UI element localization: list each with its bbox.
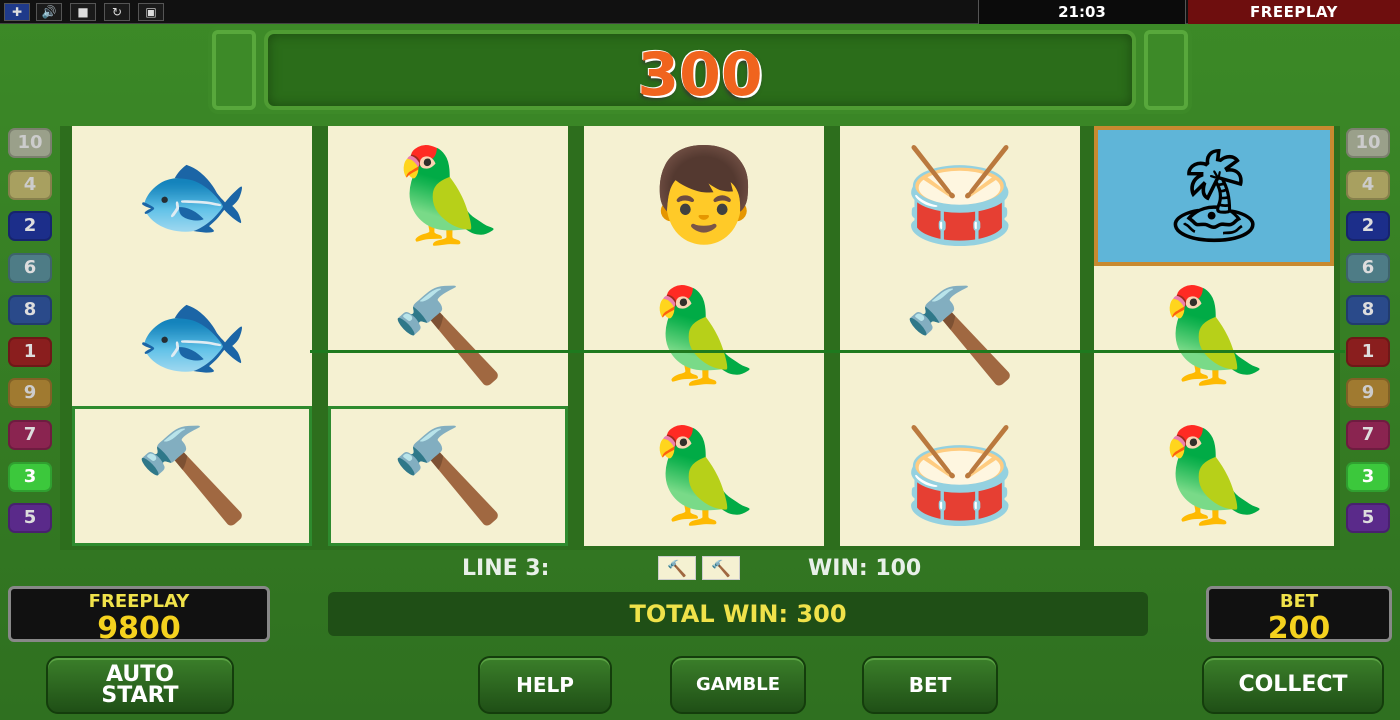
line-button-5[interactable]: 5 (1346, 503, 1390, 534)
hammer-icon: 🔨 (702, 556, 740, 580)
fish-icon: 🐟 (134, 142, 250, 249)
bet-button[interactable]: BET (862, 656, 998, 714)
slot-game-screen: ✚ 🔊 ■ ↻ ▣ 21:03 FREEPLAY 300 10 4 2 6 8 1 9 7 3 5… (0, 0, 1400, 720)
clock: 21:03 (978, 0, 1186, 24)
line-button-4[interactable]: 4 (8, 169, 52, 200)
credit-panel: FREEPLAY 9800 (8, 586, 270, 646)
fish-icon: 🐟 (134, 282, 250, 389)
line-button-3[interactable]: 3 (8, 461, 52, 492)
credit-value: 9800 (97, 611, 181, 646)
line-button-1[interactable]: 1 (1346, 336, 1390, 367)
toucan-icon: 🦜 (390, 142, 506, 249)
bet-panel: BET 200 (1206, 586, 1392, 646)
line-win-label: WIN: 100 (808, 556, 922, 581)
line-button-1[interactable]: 1 (8, 336, 52, 367)
window-icon[interactable]: ▣ (138, 3, 164, 21)
collect-button[interactable]: COLLECT (1202, 656, 1384, 714)
line-button-9[interactable]: 9 (8, 378, 52, 409)
line-button-7[interactable]: 7 (1346, 419, 1390, 450)
bet-label: BET (1279, 591, 1319, 612)
hammer-icon: 🔨 (902, 282, 1018, 389)
line-button-2[interactable]: 2 (8, 211, 52, 242)
hammer-icon: 🔨 (72, 406, 312, 546)
line-label: LINE 3: (462, 556, 550, 581)
line-button-4[interactable]: 4 (1346, 169, 1390, 200)
line-button-9[interactable]: 9 (1346, 378, 1390, 409)
line-button-6[interactable]: 6 (8, 253, 52, 284)
reels-area: 🐟 🐟 🔨 🦜 🔨 🔨 👦 🦜 🦜 🥁 🔨 🥁 🏝 🦜 🦜 (60, 126, 1340, 550)
reel-3: 👦 🦜 🦜 (584, 126, 824, 546)
line-button-10[interactable]: 10 (8, 128, 52, 158)
gamble-button[interactable]: GAMBLE (670, 656, 806, 714)
line-button-2[interactable]: 2 (1346, 211, 1390, 242)
fullscreen-icon[interactable]: ■ (70, 3, 96, 21)
bet-value: 200 (1267, 611, 1331, 646)
hammer-icon: 🔨 (390, 282, 506, 389)
top-status-bar: ✚ 🔊 ■ ↻ ▣ 21:03 FREEPLAY (0, 0, 1400, 24)
hammer-icon: 🔨 (328, 406, 568, 546)
reel-4: 🥁 🔨 🥁 (840, 126, 1080, 546)
reel-2: 🦜 🔨 🔨 (328, 126, 568, 546)
reel-1: 🐟 🐟 🔨 (72, 126, 312, 546)
drum-icon: 🥁 (902, 422, 1018, 529)
island-icon: 🏝 (1094, 126, 1334, 266)
refresh-icon[interactable]: ↻ (104, 3, 130, 21)
win-amount: 300 (637, 40, 763, 110)
line-button-8[interactable]: 8 (1346, 294, 1390, 325)
mode-label: FREEPLAY (1188, 0, 1400, 24)
win-display: 300 (264, 30, 1136, 110)
toucan-icon: 🦜 (1156, 282, 1272, 389)
line-button-8[interactable]: 8 (8, 294, 52, 325)
line-button-7[interactable]: 7 (8, 419, 52, 450)
credit-label: FREEPLAY (88, 591, 190, 612)
hammer-icon: 🔨 (658, 556, 696, 580)
drum-icon: 🥁 (902, 142, 1018, 249)
line-button-3[interactable]: 3 (1346, 461, 1390, 492)
auto-start-button[interactable]: AUTO START (46, 656, 234, 714)
greek-ornament-right (1144, 30, 1188, 110)
line-button-6[interactable]: 6 (1346, 253, 1390, 284)
line-button-10[interactable]: 10 (1346, 128, 1390, 158)
tribesman-icon: 👦 (646, 142, 762, 249)
uk-flag-icon[interactable]: ✚ (4, 3, 30, 21)
toucan-icon: 🦜 (646, 282, 762, 389)
toucan-icon: 🦜 (1156, 422, 1272, 529)
reel-5: 🏝 🦜 🦜 (1094, 126, 1334, 546)
total-win: TOTAL WIN: 300 (328, 592, 1148, 636)
toucan-icon: 🦜 (646, 422, 762, 529)
line-button-5[interactable]: 5 (8, 503, 52, 534)
speaker-icon[interactable]: 🔊 (36, 3, 62, 21)
greek-ornament-left (212, 30, 256, 110)
help-button[interactable]: HELP (478, 656, 612, 714)
payline-3 (310, 350, 1345, 353)
